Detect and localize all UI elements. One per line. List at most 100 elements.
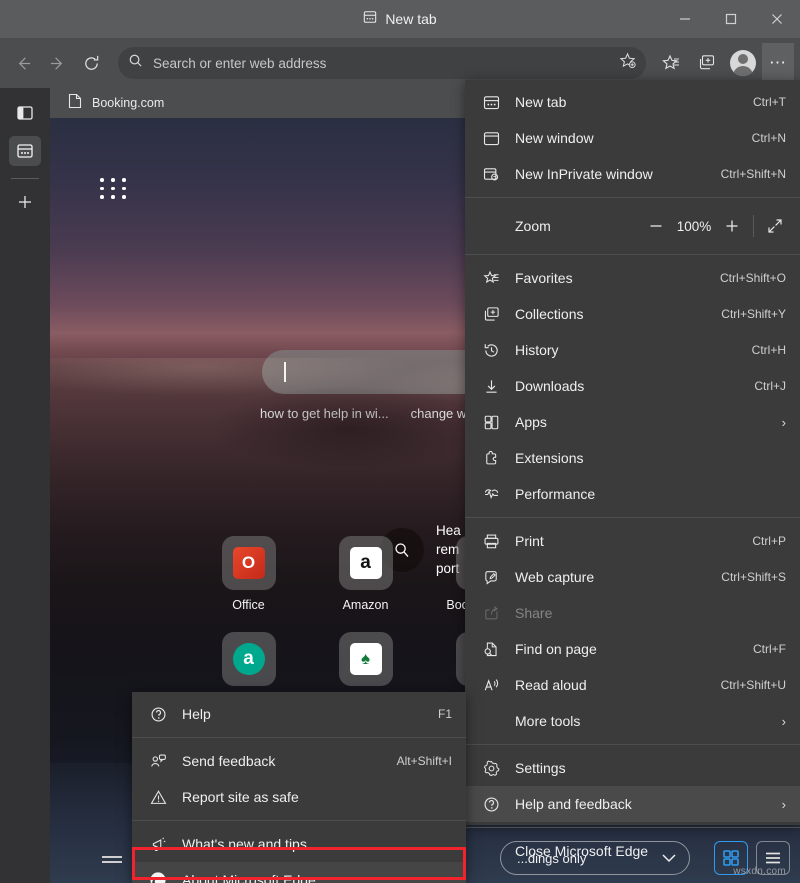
submenu-item-about-microsoft-edge[interactable]: About Microsoft Edge (132, 862, 466, 883)
help-icon (481, 796, 501, 813)
history-icon (481, 342, 501, 359)
feedback-icon (148, 753, 168, 770)
menu-item-find-on-page[interactable]: Find on page Ctrl+F (465, 631, 800, 667)
title-bar: New tab (0, 0, 800, 38)
rail-divider (11, 178, 39, 179)
menu-item-label: Settings (515, 760, 566, 776)
menu-item-favorites[interactable]: Favorites Ctrl+Shift+O (465, 260, 800, 296)
menu-item-more-tools[interactable]: More tools › (465, 703, 800, 739)
address-bar[interactable]: Search or enter web address (118, 47, 646, 79)
collections-icon (481, 306, 501, 323)
avatar (730, 50, 756, 76)
app-launcher-icon[interactable] (100, 178, 128, 199)
maximize-button[interactable] (708, 0, 754, 38)
help-icon (148, 706, 168, 723)
amazon-icon: a (349, 547, 382, 579)
menu-item-label: More tools (515, 713, 581, 729)
zoom-out-button[interactable] (639, 209, 673, 243)
read-aloud-icon (481, 677, 501, 694)
submenu-divider (132, 820, 466, 821)
megaphone-icon (148, 836, 168, 853)
quick-link-tile[interactable]: a (190, 632, 307, 694)
menu-item-accelerator: Ctrl+Shift+N (720, 167, 786, 181)
chevron-right-icon: › (781, 713, 786, 729)
chevron-right-icon: › (781, 414, 786, 430)
minimize-button[interactable] (662, 0, 708, 38)
quick-link-tile[interactable]: O Office (190, 536, 307, 612)
menu-item-new-tab[interactable]: New tab Ctrl+T (465, 84, 800, 120)
window-controls (662, 0, 800, 38)
submenu-item-label: About Microsoft Edge (182, 872, 316, 883)
submenu-item-send-feedback[interactable]: Send feedback Alt+Shift+I (132, 743, 466, 779)
menu-item-accelerator: Ctrl+T (753, 95, 786, 109)
menu-item-close-microsoft-edge[interactable]: Close Microsoft Edge (465, 833, 800, 869)
menu-item-downloads[interactable]: Downloads Ctrl+J (465, 368, 800, 404)
menu-item-new-inprivate-window[interactable]: New InPrivate window Ctrl+Shift+N (465, 156, 800, 192)
menu-item-label: Web capture (515, 569, 595, 585)
menu-item-apps[interactable]: Apps › (465, 404, 800, 440)
inprivate-window-icon (481, 166, 501, 183)
menu-item-accelerator: Ctrl+Shift+O (719, 271, 786, 285)
menu-item-new-window[interactable]: New window Ctrl+N (465, 120, 800, 156)
add-favorite-icon[interactable] (619, 52, 636, 74)
zoom-divider (753, 215, 754, 237)
quick-link-tile[interactable]: ♠ (307, 632, 424, 694)
more-dots-icon: ⋯ (769, 53, 787, 72)
zoom-label: Zoom (515, 218, 551, 234)
new-tab-button[interactable] (9, 187, 41, 217)
forward-icon[interactable] (40, 46, 74, 80)
menu-item-extensions[interactable]: Extensions (465, 440, 800, 476)
vertical-tab-rail (0, 88, 50, 883)
tile-surface: a (338, 536, 393, 590)
performance-icon (481, 486, 501, 503)
submenu-item-whats-new-and-tips[interactable]: What's new and tips (132, 826, 466, 862)
menu-item-accelerator: Ctrl+F (753, 642, 786, 656)
collections-icon[interactable] (690, 46, 724, 80)
menu-item-label: New InPrivate window (515, 166, 653, 182)
quick-link-tile[interactable]: a Amazon (307, 536, 424, 612)
submenu-item-report-site-as-safe[interactable]: Report site as safe (132, 779, 466, 815)
menu-item-print[interactable]: Print Ctrl+P (465, 523, 800, 559)
refresh-icon[interactable] (74, 46, 108, 80)
close-button[interactable] (754, 0, 800, 38)
fullscreen-button[interactable] (758, 209, 792, 243)
trending-item-0[interactable]: how to get help in wi... (260, 406, 389, 421)
menu-divider (465, 517, 800, 518)
profile-button[interactable] (726, 46, 760, 80)
menu-item-settings[interactable]: Settings (465, 750, 800, 786)
collapse-tabs-button[interactable] (9, 98, 41, 128)
extensions-icon (481, 450, 501, 467)
menu-item-history[interactable]: History Ctrl+H (465, 332, 800, 368)
menu-item-label: Find on page (515, 641, 597, 657)
submenu-item-help[interactable]: Help F1 (132, 696, 466, 732)
menu-item-accelerator: Ctrl+J (754, 379, 786, 393)
quick-link-label: Office (232, 598, 265, 612)
menu-divider (465, 197, 800, 198)
menu-item-performance[interactable]: Performance (465, 476, 800, 512)
menu-item-label: Downloads (515, 378, 585, 394)
back-icon[interactable] (6, 46, 40, 80)
tile-surface: ♠ (338, 632, 393, 686)
menu-item-label: Collections (515, 306, 584, 322)
edge-icon (148, 871, 168, 883)
menu-item-label: New tab (515, 94, 567, 110)
print-icon (481, 533, 501, 550)
page-settings-hamburger-icon[interactable] (100, 851, 124, 869)
menu-item-web-capture[interactable]: Web capture Ctrl+Shift+S (465, 559, 800, 595)
ancestry-icon: a (232, 643, 265, 675)
menu-item-collections[interactable]: Collections Ctrl+Shift+Y (465, 296, 800, 332)
menu-item-label: Read aloud (515, 677, 587, 693)
menu-item-label: New window (515, 130, 594, 146)
rail-tab-new-tab[interactable] (9, 136, 41, 166)
menu-item-read-aloud[interactable]: Read aloud Ctrl+Shift+U (465, 667, 800, 703)
settings-and-more-menu: New tab Ctrl+T New window Ctrl+N New InP… (465, 80, 800, 859)
tab-page-icon (363, 10, 377, 29)
tab-label-booking[interactable]: Booking.com (92, 96, 164, 110)
settings-and-more-button[interactable]: ⋯ (762, 43, 794, 83)
menu-item-help-and-feedback[interactable]: Help and feedback › (465, 786, 800, 822)
favorites-icon[interactable] (654, 46, 688, 80)
menu-item-accelerator: Ctrl+Shift+U (720, 678, 786, 692)
submenu-item-accelerator: Alt+Shift+I (396, 754, 452, 768)
zoom-in-button[interactable] (715, 209, 749, 243)
submenu-item-accelerator: F1 (437, 707, 452, 721)
